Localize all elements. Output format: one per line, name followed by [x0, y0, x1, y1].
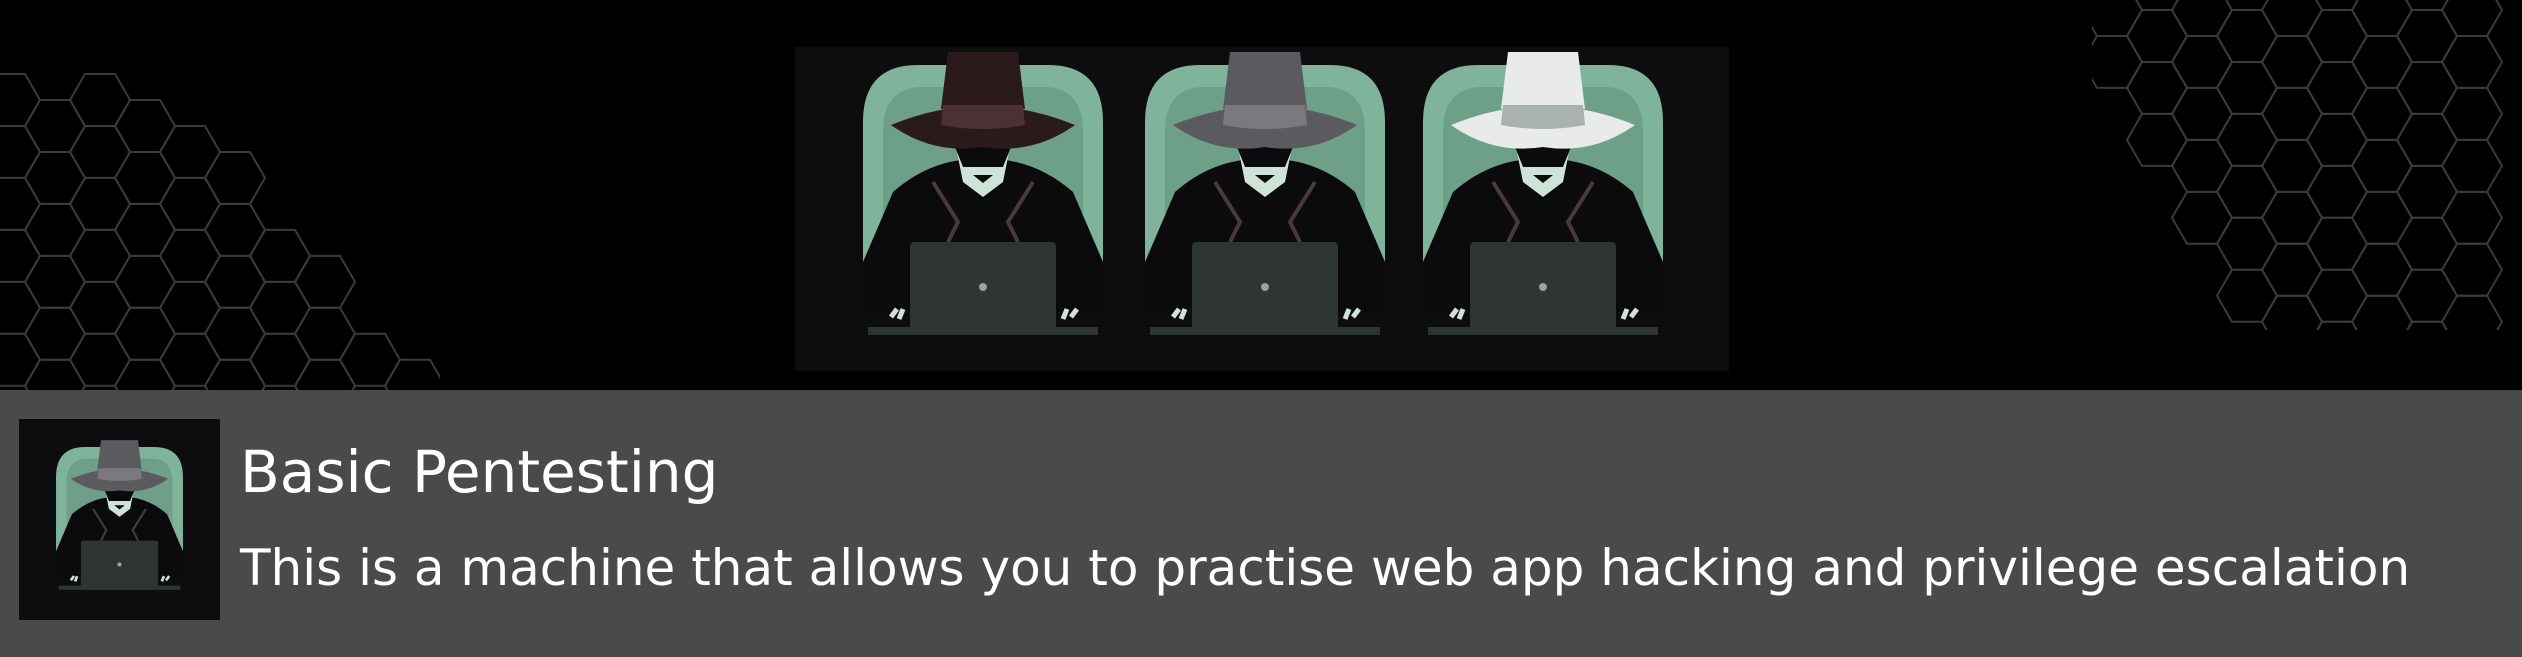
white-hat-hacker-icon: [1423, 52, 1663, 335]
room-info-bar: Basic Pentesting This is a machine that …: [0, 390, 2522, 657]
hexagon-pattern-right: [2092, 0, 2504, 330]
hexagon-pattern-left: [0, 73, 440, 390]
room-description: This is a machine that allows you to pra…: [240, 539, 2411, 597]
grey-hat-hacker-icon: [56, 440, 183, 590]
room-title: Basic Pentesting: [240, 438, 719, 506]
banner-image: [795, 47, 1729, 371]
grey-hat-hacker-icon: [1145, 52, 1385, 335]
room-page: Basic Pentesting This is a machine that …: [0, 0, 2522, 657]
room-thumbnail: [19, 419, 220, 620]
black-hat-hacker-icon: [863, 52, 1103, 335]
room-banner: [0, 0, 2522, 390]
